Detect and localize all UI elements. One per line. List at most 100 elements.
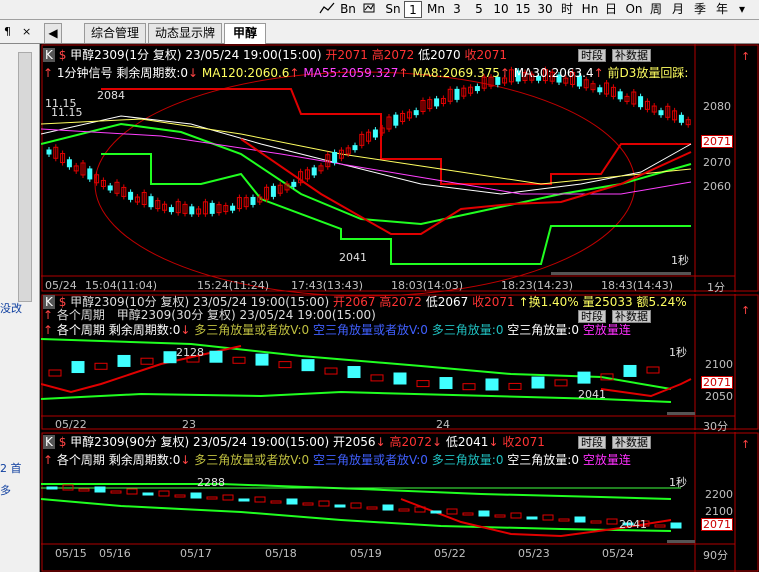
panel2-scroll-stripe [667,412,695,415]
panel2-tri5: 空放量连 [582,323,631,337]
close-icon[interactable]: × [22,25,31,38]
scrollbar[interactable] [18,52,32,302]
panel1-low-label: 2041 [339,251,367,264]
candle-body [398,508,410,512]
candle-body [646,366,660,374]
panel2-sub-label: 各个周期 [56,308,105,322]
period-1-active[interactable]: 1 [404,1,422,18]
candle-body [574,516,586,523]
panel3-low-label: 2041 [619,518,647,531]
panel1-high: 高2072 [371,48,415,62]
period-hn[interactable]: Hn [579,1,601,18]
candle-body [597,87,603,93]
period-5[interactable]: 5 [472,1,486,18]
panel3-time-button[interactable]: 时段 [578,436,606,449]
panel1-ma30: MA30:2063.4 [513,66,594,80]
panel2-time-button[interactable]: 时段 [578,310,606,323]
period-day[interactable]: 日 [603,1,619,18]
panel3-xlabel: 05/17 [180,547,212,560]
line-chart-icon[interactable] [318,1,336,18]
panel-frame [41,44,759,292]
period-3[interactable]: 3 [450,1,464,18]
candle-body [494,514,506,518]
panel1-xlabel: 17:43(13:43) [291,279,363,292]
up-arrow-icon: ↑ [43,66,54,80]
panel2-title: 甲醇2309(10分 复权) 23/05/24 19:00(15:00) [70,295,330,309]
period-hour[interactable]: 时 [559,1,575,18]
period-on[interactable]: On [623,1,645,18]
panel1-signal: 1分钟信号 剩余周期数:0 [56,66,189,80]
period-10[interactable]: 10 [492,1,510,18]
panel3-scroll-stripe [667,540,695,543]
candle-body [334,504,346,508]
panel3-tri4: 空三角放量:0 [507,453,579,467]
panel3-xlabel: 05/23 [518,547,550,560]
panel3-fill-data-button[interactable]: 补数据 [612,436,651,449]
period-month[interactable]: 月 [670,1,686,18]
ma-magenta [41,128,692,195]
k-icon[interactable]: K [43,435,55,449]
panel1-ma55: MA55:2059.327 [303,66,399,80]
pin-icon[interactable]: ¶ [4,25,11,38]
panel2-high-label: 2128 [176,346,204,359]
candle-body [126,488,138,495]
period-bn[interactable]: Bn [338,1,358,18]
panel1-ma8: MA8:2069.375 [412,66,500,80]
side-text-1[interactable]: 没改 [0,300,22,316]
candle-body [87,168,93,180]
chevron-down-icon[interactable]: ▾ [735,1,749,18]
panel1-ytick: 2080 [703,100,731,113]
panel2-xlabel: 23 [182,418,196,431]
panel2-period-label: 30分 [703,420,728,433]
period-mn[interactable]: Mn [425,1,447,18]
panel1-time-button[interactable]: 时段 [578,49,606,62]
side-text-3[interactable]: 多 [0,482,11,498]
candle-body [48,369,62,377]
period-15[interactable]: 15 [514,1,532,18]
panel1-indicator-line: ↑ 1分钟信号 剩余周期数:0↓ MA120:2060.6↑ MA55:2059… [43,66,689,80]
k-icon[interactable]: K [43,295,55,309]
panel2-header: K $ 甲醇2309(10分 复权) 23/05/24 19:00(15:00)… [43,295,687,309]
panel1-fill-data-button[interactable]: 补数据 [612,49,651,62]
right-arrow-icon: ↑ [741,304,750,317]
panel2-sec-label: 1秒 [669,346,687,359]
panel3-sec-label: 1秒 [669,476,687,489]
period-30[interactable]: 30 [536,1,554,18]
p2-ma-green [41,338,672,390]
candle-body [190,492,202,499]
panel1-low: 低2070 [418,48,461,62]
period-year[interactable]: 年 [714,1,730,18]
panel2-ytick: 2050 [705,390,733,403]
candle-body [206,496,218,500]
panel3-open: 开2056 [333,435,376,449]
candle-body [485,378,499,391]
candle-body [577,371,591,384]
candle-body [462,383,476,391]
panel1-header: K $ 甲醇2309(1分 复权) 23/05/24 19:00(15:00) … [43,48,507,62]
period-week[interactable]: 周 [648,1,664,18]
panel2-fill-data-button[interactable]: 补数据 [612,310,651,323]
panel1-xlabel: 18:03(14:03) [391,279,463,292]
candle-body [311,167,317,176]
candle-body [291,181,297,187]
tab-integrated-management[interactable]: 综合管理 [84,23,146,43]
candle-body [439,377,453,390]
candle-body [46,149,52,155]
tab-dynamic-board[interactable]: 动态显示牌 [148,23,222,43]
tab-methanol[interactable]: 甲醇 [224,23,266,44]
candle-body [606,518,618,525]
candle-body [78,488,90,492]
candle-body [638,96,644,108]
panel2-tri1: 多三角放量或者放V:0 [194,323,310,337]
tab-scroll-left[interactable]: ◀ [44,23,62,43]
candle-body [94,486,106,493]
candle-body [654,524,666,528]
candle-icon[interactable] [361,1,377,18]
side-text-2[interactable]: 2 首 [0,460,22,476]
period-sn[interactable]: Sn [382,1,404,18]
period-season[interactable]: 季 [692,1,708,18]
k-icon[interactable]: K [43,48,55,62]
panel3-tri5: 空放量连 [582,453,631,467]
panel2-signal: 各个周期 剩余周期数:0 [56,323,181,337]
panel2-open: 开2067 [333,295,376,309]
